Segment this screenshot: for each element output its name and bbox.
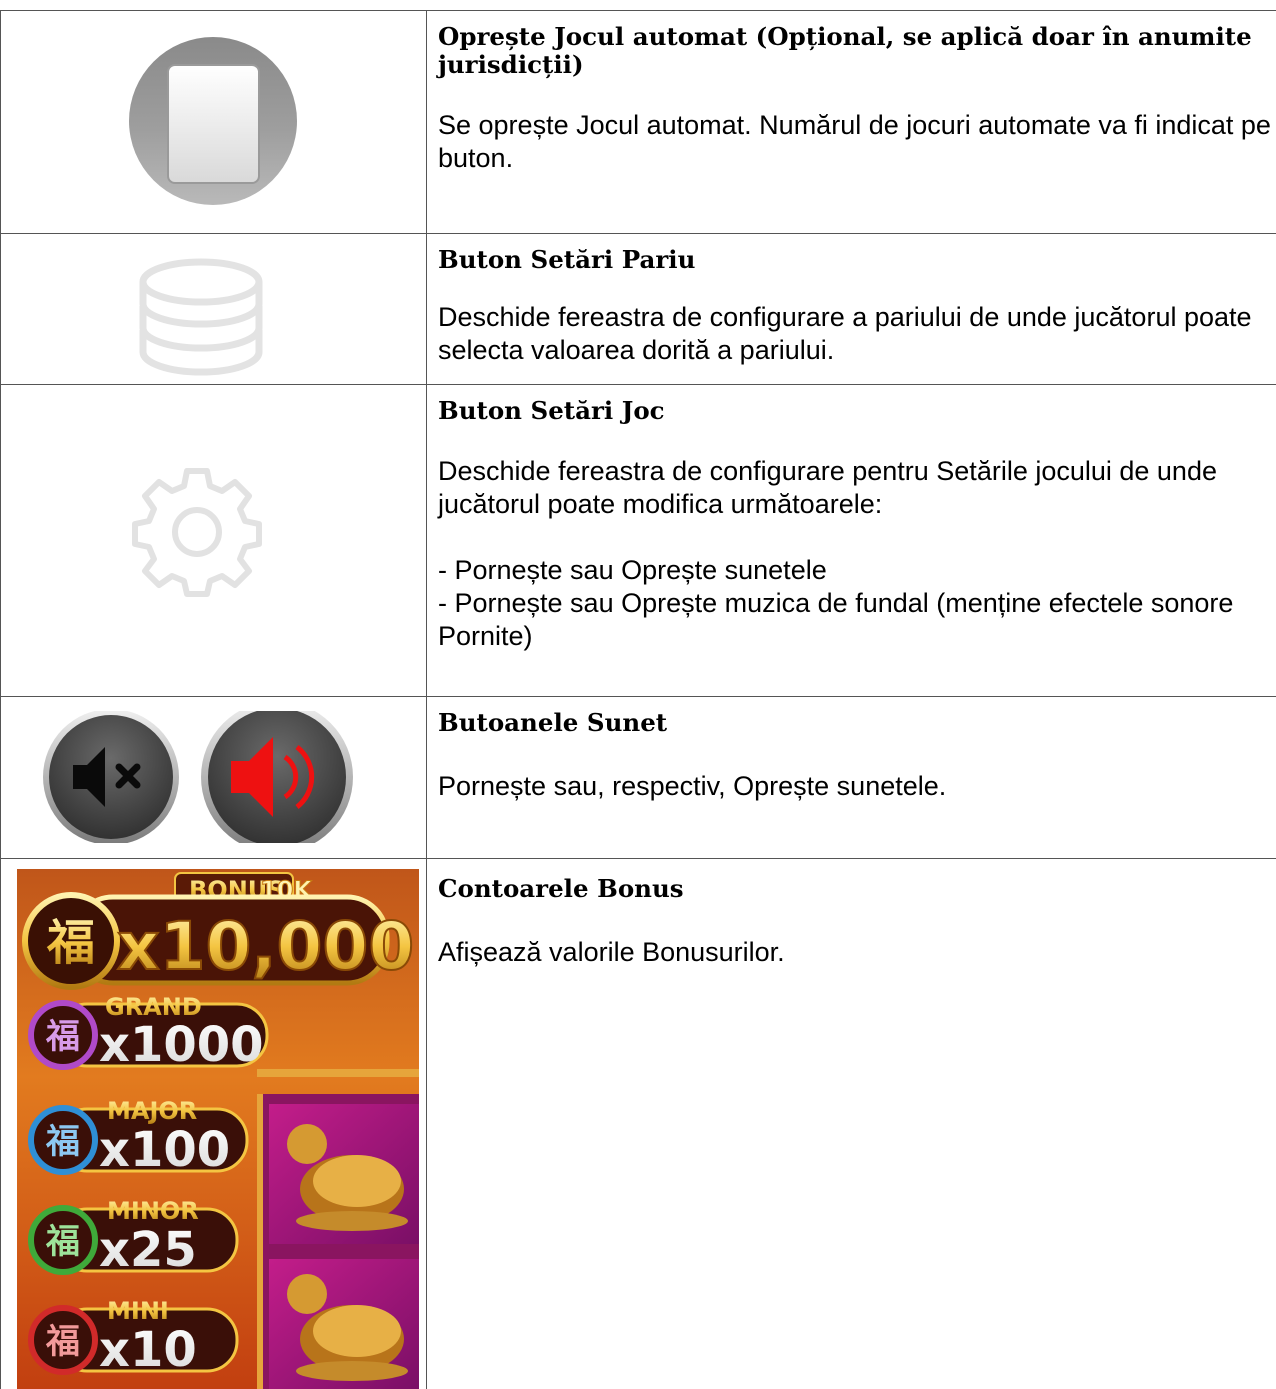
- bonus-tier-grand: 福 GRAND x1000: [28, 993, 269, 1073]
- svg-text:福: 福: [45, 1017, 80, 1057]
- row-title: Buton Setări Pariu: [438, 245, 696, 274]
- svg-text:福: 福: [45, 1122, 80, 1162]
- svg-text:x100: x100: [99, 1122, 230, 1178]
- text-cell: Oprește Jocul automat (Opțional, se apli…: [427, 11, 1276, 233]
- mute-icon: [43, 711, 179, 843]
- svg-text:福: 福: [46, 915, 95, 971]
- text-cell: Buton Setări Pariu Deschide fereastra de…: [427, 234, 1276, 384]
- row-description: Se oprește Jocul automat. Numărul de joc…: [438, 110, 1271, 173]
- row-title: Butoanele Sunet: [438, 708, 668, 737]
- text-cell: Buton Setări Joc Deschide fereastra de c…: [427, 385, 1276, 696]
- svg-text:x1000: x1000: [99, 1017, 264, 1073]
- row-description: Pornește sau, respectiv, Oprește sunetel…: [438, 771, 947, 801]
- svg-text:福: 福: [45, 1222, 80, 1262]
- help-table: Oprește Jocul automat (Opțional, se apli…: [0, 10, 1276, 1389]
- icon-cell: [0, 234, 427, 384]
- bonus-counters-image: BONUS 10K 福 x10,000 福 GRAND x1000 福 MAJO…: [17, 869, 419, 1389]
- gear-icon: [132, 468, 262, 597]
- stop-autoplay-icon: [129, 37, 297, 205]
- coin-stack-icon: [139, 258, 263, 376]
- row-description: Deschide fereastra de configurare pentru…: [438, 456, 1217, 519]
- list-item: - Pornește sau Oprește sunetele: [438, 555, 827, 585]
- table-row: Buton Setări Joc Deschide fereastra de c…: [0, 384, 1276, 696]
- row-title: Oprește Jocul automat (Opțional, se apli…: [438, 22, 1252, 79]
- icon-cell: [0, 697, 427, 858]
- icon-cell: [0, 385, 427, 696]
- row-title: Contoarele Bonus: [438, 874, 684, 903]
- table-row: BONUS 10K 福 x10,000 福 GRAND x1000 福 MAJO…: [0, 858, 1276, 1389]
- icon-cell: BONUS 10K 福 x10,000 福 GRAND x1000 福 MAJO…: [0, 859, 427, 1389]
- bonus-tier-mini: 福 MINI x10: [28, 1297, 239, 1378]
- sound-buttons-icon: [43, 711, 353, 843]
- table-row: Buton Setări Pariu Deschide fereastra de…: [0, 233, 1276, 384]
- svg-text:x25: x25: [99, 1222, 197, 1278]
- svg-text:x10,000: x10,000: [117, 908, 414, 985]
- bonus-tier-minor: 福 MINOR x25: [28, 1197, 239, 1278]
- svg-text:MAJOR: MAJOR: [107, 1097, 197, 1125]
- table-row: Butoanele Sunet Pornește sau, respectiv,…: [0, 696, 1276, 858]
- row-title: Buton Setări Joc: [438, 396, 665, 425]
- table-row: Oprește Jocul automat (Opțional, se apli…: [0, 10, 1276, 233]
- svg-text:x10: x10: [99, 1322, 197, 1378]
- row-description: Deschide fereastra de configurare a pari…: [438, 302, 1252, 365]
- svg-text:福: 福: [45, 1322, 80, 1362]
- list-item: - Pornește sau Oprește muzica de fundal …: [438, 588, 1234, 651]
- text-cell: Butoanele Sunet Pornește sau, respectiv,…: [427, 697, 1276, 858]
- speaker-icon: [201, 711, 353, 843]
- svg-text:MINOR: MINOR: [107, 1197, 199, 1225]
- text-cell: Contoarele Bonus Afișează valorile Bonus…: [427, 859, 1276, 1389]
- row-description: Afișează valorile Bonusurilor.: [438, 937, 785, 967]
- svg-text:MINI: MINI: [107, 1297, 169, 1325]
- icon-cell: [0, 11, 427, 233]
- bonus-tier-major: 福 MAJOR x100: [28, 1097, 249, 1178]
